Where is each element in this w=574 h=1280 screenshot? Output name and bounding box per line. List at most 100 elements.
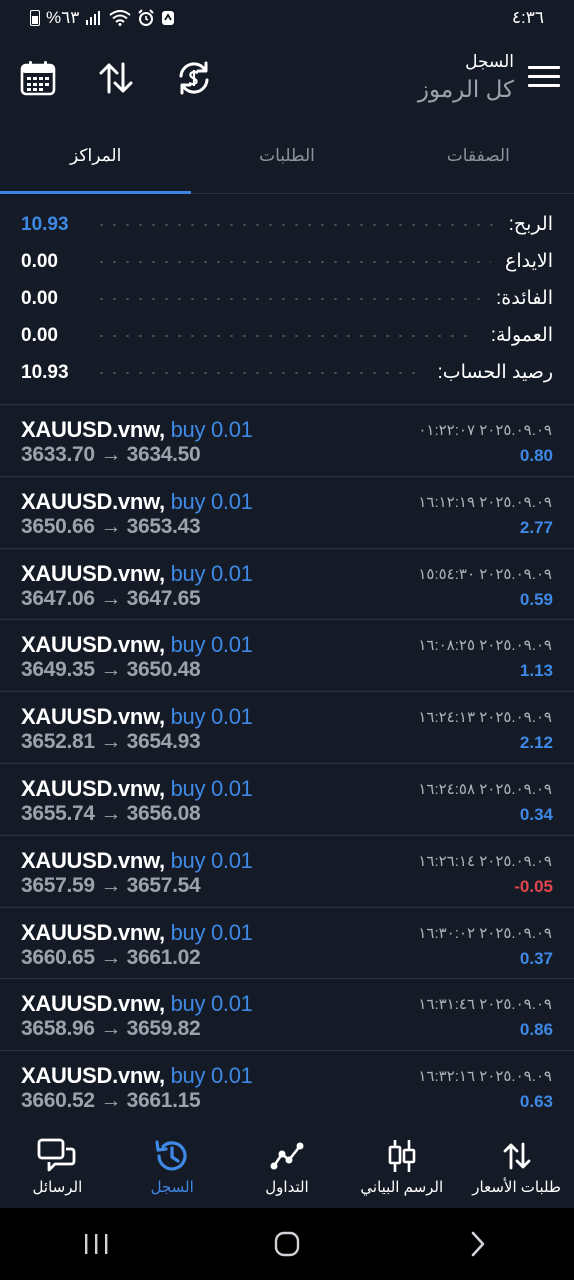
tab-deals[interactable]: الصفقات	[383, 134, 574, 193]
trade-side: buy 0.01	[170, 1063, 253, 1089]
trade-profit: 0.34	[519, 804, 553, 824]
sort-arrows-icon	[99, 62, 133, 94]
trade-symbol: XAUUSD.vnw,	[21, 704, 165, 730]
trade-profit: 0.37	[519, 948, 553, 968]
trade-symbol: XAUUSD.vnw,	[21, 1063, 165, 1089]
trade-row[interactable]: XAUUSD.vnw, buy 0.01 3655.74 → 3656.08 ٢…	[0, 764, 574, 836]
nav-label: الرسم البياني	[360, 1179, 444, 1196]
open-price: 3652.81	[21, 730, 95, 754]
clock: ٤:٣٦	[511, 8, 544, 27]
nav-trade[interactable]: التداول	[230, 1126, 345, 1208]
dotted-leader	[95, 297, 483, 300]
trade-row[interactable]: XAUUSD.vnw, buy 0.01 3649.35 → 3650.48 ٢…	[0, 620, 574, 693]
trade-row[interactable]: XAUUSD.vnw, buy 0.01 3652.81 → 3654.93 ٢…	[0, 692, 574, 764]
home-button[interactable]	[257, 1214, 317, 1274]
arrow-right-icon: →	[100, 1089, 122, 1113]
arrow-right-icon: →	[100, 945, 122, 969]
back-button[interactable]	[448, 1214, 508, 1274]
nav-label: التداول	[265, 1179, 309, 1196]
close-price: 3650.48	[126, 658, 201, 682]
trade-symbol: XAUUSD.vnw,	[21, 775, 165, 801]
page-title: السجل	[465, 52, 514, 71]
sort-button[interactable]	[94, 56, 138, 100]
trade-row[interactable]: XAUUSD.vnw, buy 0.01 3658.96 → 3659.82 ٢…	[0, 979, 574, 1052]
signal-icon	[86, 11, 101, 25]
trade-profit: -0.05	[514, 876, 553, 896]
nav-label: السجل	[150, 1179, 194, 1196]
summary-row-deposit: 0.00 الايداع	[0, 243, 574, 280]
summary-row-profit: 10.93 الربح:	[0, 206, 574, 243]
nav-history[interactable]: السجل	[115, 1126, 230, 1208]
profit-label: الربح:	[508, 214, 553, 235]
open-price: 3660.52	[21, 1089, 95, 1113]
quotes-icon	[503, 1142, 530, 1170]
deposit-label: الايداع	[505, 251, 553, 272]
dotted-leader	[95, 260, 491, 263]
trade-side: buy 0.01	[170, 488, 253, 514]
trade-row[interactable]: XAUUSD.vnw, buy 0.01 3660.52 → 3661.15 ٢…	[0, 1051, 574, 1123]
trade-side: buy 0.01	[170, 704, 253, 730]
trade-datetime: ٢٠٢٥.٠٩.٠٩ ١٦:٠٨:٢٥	[418, 637, 552, 655]
open-price: 3650.66	[21, 514, 95, 538]
trade-profit: 0.59	[519, 589, 553, 609]
trade-symbol: XAUUSD.vnw,	[21, 488, 165, 514]
arrow-right-icon: →	[100, 730, 122, 754]
refresh-button[interactable]	[172, 56, 216, 100]
trade-row[interactable]: XAUUSD.vnw, buy 0.01 3647.06 → 3647.65 ٢…	[0, 549, 574, 621]
trade-profit: 1.13	[519, 661, 553, 681]
refresh-currency-icon	[179, 61, 209, 95]
wifi-icon	[109, 10, 132, 26]
trade-datetime: ٢٠٢٥.٠٩.٠٩ ١٦:٢٤:١٣	[418, 709, 552, 727]
arrow-right-icon: →	[100, 443, 122, 466]
bottom-navigation: الرسائل السجل التداول الرسم البياني طلبا…	[0, 1126, 574, 1208]
balance-value: 10.93	[21, 361, 69, 383]
back-chevron-icon	[472, 1231, 485, 1257]
close-price: 3634.50	[126, 443, 201, 466]
profit-value: 10.93	[21, 213, 69, 235]
close-price: 3661.15	[126, 1089, 201, 1113]
battery-icon	[30, 10, 40, 26]
arrow-right-icon: →	[100, 873, 122, 897]
tab-positions[interactable]: المراكز	[0, 134, 192, 194]
nav-messages[interactable]: الرسائل	[0, 1126, 115, 1208]
trade-datetime: ٢٠٢٥.٠٩.٠٩ ١٦:١٢:١٩	[418, 493, 552, 511]
balance-label: رصيد الحساب:	[437, 362, 553, 383]
trade-symbol: XAUUSD.vnw,	[21, 991, 165, 1017]
nav-chart[interactable]: الرسم البياني	[344, 1126, 459, 1208]
arrow-right-icon: →	[100, 801, 122, 825]
commission-label: العمولة:	[490, 325, 553, 346]
header-title-block: السجل كل الرموز	[418, 52, 514, 103]
arrow-right-icon: →	[100, 658, 122, 682]
nav-quotes[interactable]: طلبات الأسعار	[459, 1126, 574, 1208]
trade-side: buy 0.01	[170, 417, 253, 442]
dotted-leader	[95, 223, 495, 226]
close-price: 3657.54	[126, 873, 201, 897]
trade-row[interactable]: XAUUSD.vnw, buy 0.01 3633.70 → 3634.50 ٢…	[0, 405, 574, 477]
summary-row-commission: 0.00 العمولة:	[0, 317, 574, 354]
calendar-button[interactable]	[16, 56, 60, 100]
status-bar: %٦٣ ٤:٣٦	[0, 0, 574, 38]
account-summary: 10.93 الربح: 0.00 الايداع 0.00 الفائدة: …	[0, 206, 574, 391]
trade-row[interactable]: XAUUSD.vnw, buy 0.01 3657.59 → 3657.54 ٢…	[0, 836, 574, 908]
history-icon	[155, 1140, 187, 1171]
close-price: 3654.93	[126, 730, 201, 754]
trade-side: buy 0.01	[170, 775, 253, 801]
trade-side: buy 0.01	[170, 847, 253, 873]
trade-side: buy 0.01	[170, 991, 253, 1017]
app-header: السجل كل الرموز	[0, 38, 574, 134]
trade-profit: 0.80	[519, 446, 553, 465]
trade-profit: 0.86	[519, 1020, 553, 1040]
trade-row[interactable]: XAUUSD.vnw, buy 0.01 3650.66 → 3653.43 ٢…	[0, 477, 574, 549]
menu-button[interactable]	[528, 66, 560, 92]
recent-apps-button[interactable]	[66, 1214, 126, 1274]
open-price: 3655.74	[21, 801, 95, 825]
trade-icon	[270, 1142, 304, 1170]
trade-datetime: ٢٠٢٥.٠٩.٠٩ ١٦:٢٤:٥٨	[418, 780, 552, 798]
symbol-filter[interactable]: كل الرموز	[418, 76, 514, 103]
dotted-leader	[95, 371, 424, 374]
tab-orders[interactable]: الطلبات	[191, 134, 382, 193]
chat-icon	[37, 1138, 76, 1172]
open-price: 3657.59	[21, 873, 95, 897]
trade-row[interactable]: XAUUSD.vnw, buy 0.01 3660.65 → 3661.02 ٢…	[0, 908, 574, 980]
trade-datetime: ٢٠٢٥.٠٩.٠٩ ١٦:٣٠:٠٢	[418, 924, 552, 942]
